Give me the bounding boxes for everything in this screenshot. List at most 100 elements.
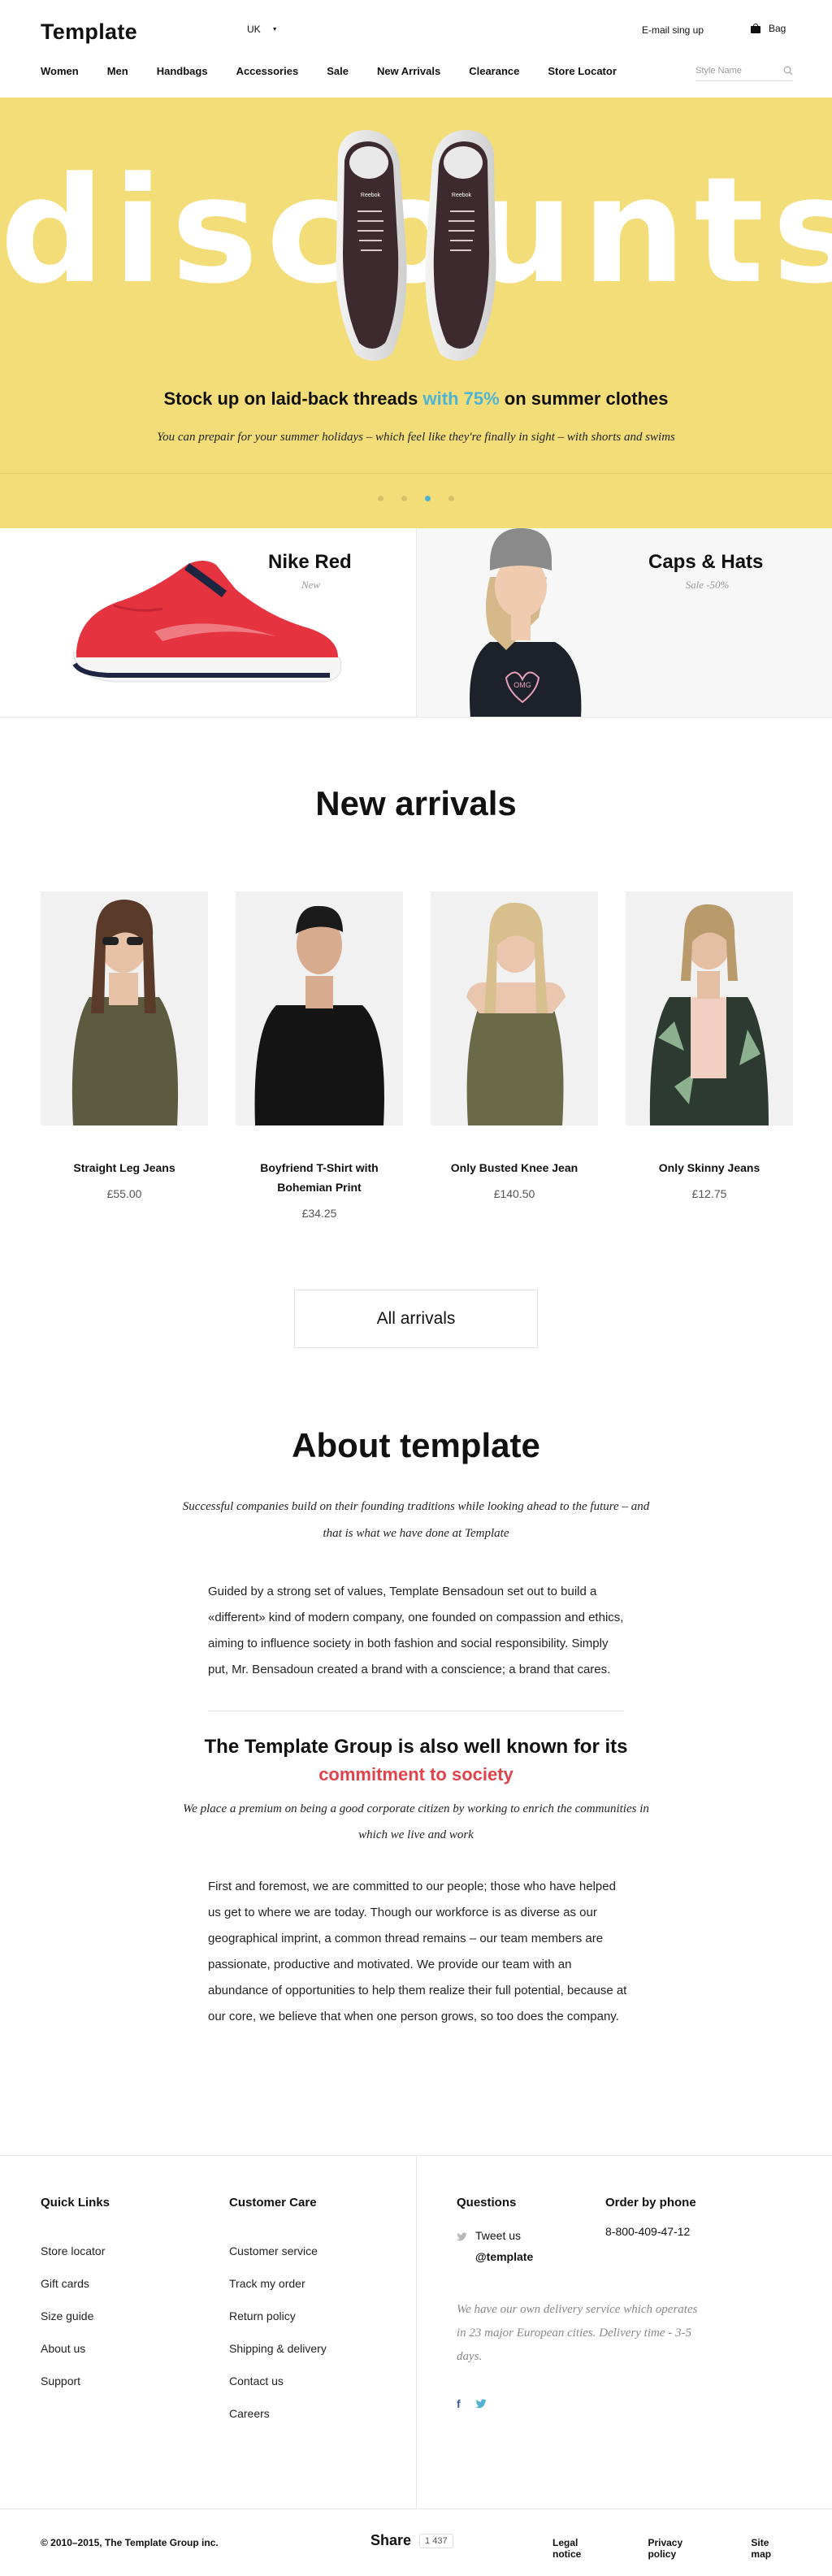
footer-link-customer-service[interactable]: Customer service: [229, 2243, 327, 2275]
footer-link-contact-us[interactable]: Contact us: [229, 2373, 327, 2405]
hero-divider: [0, 473, 832, 474]
footer-column-divider: [416, 2155, 417, 2509]
legal-links: Legal notice Privacy policy Site map: [552, 2537, 832, 2560]
group-title: The Template Group is also well known fo…: [0, 1733, 832, 1789]
product-name[interactable]: Only Skinny Jeans: [626, 1158, 793, 1177]
delivery-note: We have our own delivery service which o…: [457, 2303, 698, 2363]
footer-link-size-guide[interactable]: Size guide: [41, 2308, 105, 2340]
hero-headline-highlight: with 75%: [422, 388, 500, 409]
slider-dot[interactable]: [378, 496, 384, 501]
shoe-brand-text: Reebok: [452, 193, 472, 198]
customer-care-list: Customer service Track my order Return p…: [229, 2243, 327, 2438]
promo-caps-hats[interactable]: OMG Caps & Hats Sale -50%: [416, 528, 832, 718]
slider-dot[interactable]: [401, 496, 407, 501]
product-card[interactable]: Boyfriend T-Shirt with Bohemian Print £3…: [236, 891, 403, 1220]
footer-link-gift-cards[interactable]: Gift cards: [41, 2275, 105, 2308]
product-image[interactable]: [626, 891, 793, 1125]
product-name[interactable]: Boyfriend T-Shirt with Bohemian Print: [236, 1158, 403, 1197]
share-count: 1 437: [419, 2533, 453, 2548]
product-card[interactable]: Only Skinny Jeans £12.75: [626, 891, 793, 1200]
nav-item-handbags[interactable]: Handbags: [157, 65, 208, 77]
privacy-policy-link[interactable]: Privacy policy: [648, 2537, 706, 2560]
slider-dots: [378, 496, 454, 501]
tweet-us-link[interactable]: Tweet us @template: [457, 2225, 533, 2267]
footer-link-return-policy[interactable]: Return policy: [229, 2308, 327, 2340]
search-placeholder: Style Name: [696, 66, 742, 76]
search-input[interactable]: Style Name: [696, 63, 793, 81]
product-image[interactable]: [41, 891, 208, 1125]
chevron-down-icon: ▼: [271, 27, 278, 33]
hero-subline: You can prepair for your summer holidays…: [157, 431, 675, 444]
footer-link-store-locator[interactable]: Store locator: [41, 2243, 105, 2275]
hero-banner: discounts Reebok Reebok Stock up on laid…: [0, 98, 832, 528]
product-image[interactable]: [236, 891, 403, 1125]
product-name[interactable]: Straight Leg Jeans: [41, 1158, 208, 1177]
questions-title: Questions: [457, 2196, 517, 2210]
main-nav: Women Men Handbags Accessories Sale New …: [41, 65, 645, 77]
footer-link-track-order[interactable]: Track my order: [229, 2275, 327, 2308]
group-title-text: The Template Group is also well known fo…: [204, 1736, 628, 1758]
about-paragraph: Guided by a strong set of values, Templa…: [208, 1585, 624, 1676]
copyright: © 2010–2015, The Template Group inc.: [41, 2537, 219, 2548]
red-sneaker-image: [72, 561, 342, 683]
phone-number[interactable]: 8-800-409-47-12: [605, 2225, 690, 2238]
nav-item-men[interactable]: Men: [107, 65, 128, 77]
order-by-phone-title: Order by phone: [605, 2196, 696, 2210]
footer-link-about-us[interactable]: About us: [41, 2340, 105, 2373]
site-logo[interactable]: Template: [41, 20, 137, 45]
product-price: £140.50: [493, 1187, 535, 1200]
product-image[interactable]: [431, 891, 598, 1125]
bag-label: Bag: [769, 23, 786, 34]
search-icon[interactable]: [783, 66, 793, 76]
quick-links-title: Quick Links: [41, 2196, 110, 2210]
twitter-icon[interactable]: [474, 2399, 487, 2409]
share-label[interactable]: Share: [370, 2532, 411, 2549]
hero-headline: Stock up on laid-back threads with 75% o…: [0, 388, 832, 410]
all-arrivals-button[interactable]: All arrivals: [294, 1290, 538, 1348]
nav-item-new-arrivals[interactable]: New Arrivals: [377, 65, 440, 77]
customer-care-title: Customer Care: [229, 2196, 317, 2210]
nav-item-sale[interactable]: Sale: [327, 65, 349, 77]
twitter-handle: @template: [475, 2250, 534, 2263]
promo-nike-red[interactable]: Nike Red New: [0, 528, 416, 718]
legal-notice-link[interactable]: Legal notice: [552, 2537, 603, 2560]
shoe-brand-text: Reebok: [361, 193, 381, 198]
nav-item-women[interactable]: Women: [41, 65, 79, 77]
tweet-label: Tweet us: [475, 2229, 522, 2242]
group-title-highlight: commitment to society: [318, 1764, 514, 1785]
slider-dot[interactable]: [448, 496, 454, 501]
product-card[interactable]: Straight Leg Jeans £55.00: [41, 891, 208, 1200]
group-intro: We place a premium on being a good corpo…: [183, 1802, 649, 1841]
nav-item-accessories[interactable]: Accessories: [236, 65, 299, 77]
product-name[interactable]: Only Busted Knee Jean: [431, 1158, 598, 1177]
share-widget[interactable]: Share 1 437: [370, 2532, 453, 2549]
model-beanie-image: OMG: [470, 528, 582, 717]
nav-item-clearance[interactable]: Clearance: [469, 65, 519, 77]
promo-title: Caps & Hats: [648, 551, 764, 573]
nav-item-store-locator[interactable]: Store Locator: [548, 65, 617, 77]
social-links: f: [457, 2397, 487, 2410]
shirt-text: OMG: [514, 681, 531, 689]
quick-links-list: Store locator Gift cards Size guide Abou…: [41, 2243, 105, 2405]
product-price: £12.75: [691, 1187, 727, 1200]
promo-subtitle: New: [301, 579, 321, 591]
bag-button[interactable]: Bag: [751, 23, 786, 34]
product-price: £55.00: [106, 1187, 142, 1200]
hero-headline-post: on summer clothes: [499, 388, 669, 409]
product-card[interactable]: Only Busted Knee Jean £140.50: [431, 891, 598, 1200]
about-paragraph: First and foremost, we are committed to …: [208, 1880, 627, 2023]
about-title: About template: [292, 1426, 540, 1464]
bag-icon: [751, 24, 760, 33]
region-label: UK: [247, 24, 261, 35]
footer-link-careers[interactable]: Careers: [229, 2405, 327, 2438]
slider-dot-active[interactable]: [425, 496, 431, 501]
footer-link-support[interactable]: Support: [41, 2373, 105, 2405]
region-selector[interactable]: UK ▼: [247, 24, 278, 35]
facebook-icon[interactable]: f: [457, 2397, 461, 2410]
promo-title: Nike Red: [268, 551, 352, 573]
email-signup-link[interactable]: E-mail sing up: [642, 24, 704, 36]
footer-link-shipping-delivery[interactable]: Shipping & delivery: [229, 2340, 327, 2373]
site-map-link[interactable]: Site map: [751, 2537, 787, 2560]
about-intro: Successful companies build on their foun…: [182, 1500, 650, 1540]
sneakers-image: Reebok Reebok: [336, 130, 496, 361]
